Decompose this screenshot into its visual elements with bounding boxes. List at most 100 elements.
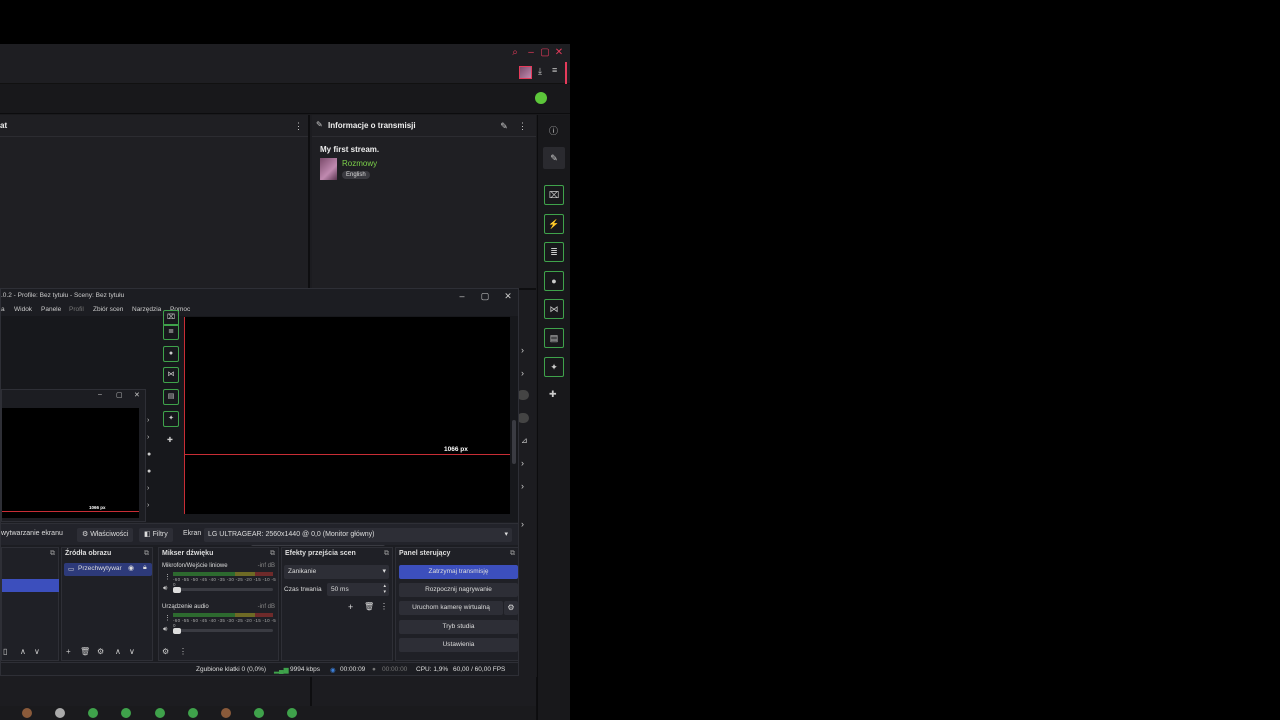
- start-virtual-camera-button[interactable]: Uruchom kamerę wirtualną: [399, 601, 503, 615]
- maximize-icon[interactable]: ▢: [539, 47, 551, 59]
- chart-icon[interactable]: ⊿: [521, 436, 528, 445]
- edit-icon[interactable]: ✎: [543, 147, 565, 169]
- dock-menu-icon[interactable]: ⧉: [50, 550, 55, 558]
- filters-button[interactable]: ◧ Filtry: [139, 528, 173, 542]
- more-options-icon[interactable]: ⋮: [164, 573, 171, 581]
- dock-footer: ▯ ∧ ∨: [2, 644, 58, 660]
- transition-select[interactable]: Zanikanie ▾: [284, 565, 389, 579]
- raid-icon[interactable]: ⋈: [544, 299, 564, 319]
- dock-menu-icon[interactable]: ⧉: [270, 550, 275, 558]
- menu-item-tools[interactable]: Narzędzia: [132, 306, 161, 313]
- stream-category[interactable]: Rozmowy: [342, 159, 377, 168]
- menu-item-scene-collection[interactable]: Zbiór scen: [93, 306, 123, 313]
- maximize-icon[interactable]: ▢: [479, 290, 491, 302]
- emote-icon[interactable]: [55, 708, 65, 718]
- bolt-icon[interactable]: ⚡: [544, 214, 564, 234]
- close-icon[interactable]: ✕: [553, 47, 565, 59]
- more-options-icon[interactable]: ⋮: [179, 647, 187, 656]
- ad-icon[interactable]: ▤: [544, 328, 564, 348]
- edit-icon[interactable]: ✎: [500, 120, 508, 132]
- menu-icon[interactable]: ≡: [552, 65, 557, 75]
- emote-icon[interactable]: [221, 708, 231, 718]
- spin-arrows-icon[interactable]: ▴ ▾: [383, 583, 386, 595]
- screen-select[interactable]: LG ULTRAGEAR: 2560x1440 @ 0,0 (Monitor g…: [204, 528, 512, 542]
- gear-icon[interactable]: ⚙: [162, 647, 169, 656]
- stop-streaming-button[interactable]: Zatrzymaj transmisję: [399, 565, 518, 579]
- scene-item-selected[interactable]: [2, 579, 59, 592]
- studio-mode-button[interactable]: Tryb studia: [399, 620, 518, 634]
- volume-slider[interactable]: [173, 588, 273, 591]
- emote-icon[interactable]: [188, 708, 198, 718]
- emote-icon[interactable]: [121, 708, 131, 718]
- stream-tag[interactable]: English: [342, 171, 370, 179]
- clip-icon[interactable]: ⌧: [544, 185, 564, 205]
- more-options-icon[interactable]: ⋮: [518, 120, 527, 132]
- speaker-icon[interactable]: 🔊︎: [163, 585, 167, 593]
- chevron-right-icon[interactable]: ›: [521, 481, 524, 491]
- chevron-right-icon[interactable]: ›: [521, 368, 524, 378]
- menu-item[interactable]: a: [1, 306, 5, 313]
- visibility-eye-icon[interactable]: ◉: [128, 564, 134, 572]
- wrench-icon[interactable]: ✦: [544, 357, 564, 377]
- emote-icon[interactable]: [287, 708, 297, 718]
- menu-item-profile[interactable]: Profil: [69, 306, 84, 313]
- more-options-icon[interactable]: ⋮: [294, 120, 303, 132]
- add-action-icon[interactable]: ✚: [167, 436, 173, 444]
- trash-icon[interactable]: 🗑︎: [364, 602, 374, 611]
- duration-spinbox[interactable]: 50 ms ▴ ▾: [327, 583, 389, 596]
- gear-icon[interactable]: ⚙: [97, 647, 104, 656]
- vertical-scrollbar[interactable]: [512, 420, 516, 464]
- start-recording-button[interactable]: Rozpocznij nagrywanie: [399, 583, 518, 597]
- chevron-right-icon[interactable]: ›: [521, 458, 524, 468]
- volume-slider-knob[interactable]: [173, 586, 181, 593]
- raid-icon[interactable]: ⋈: [163, 367, 179, 383]
- more-options-icon[interactable]: ⋮: [164, 614, 171, 622]
- chevron-right-icon[interactable]: ›: [521, 345, 524, 355]
- add-icon[interactable]: +: [66, 647, 71, 656]
- dock-menu-icon[interactable]: ⧉: [510, 550, 515, 558]
- menu-item-docks[interactable]: Panele: [41, 306, 61, 313]
- emote-icon[interactable]: [155, 708, 165, 718]
- chevron-right-icon[interactable]: ›: [521, 519, 524, 529]
- properties-button[interactable]: ⚙ Właściwości: [77, 528, 134, 542]
- avatar[interactable]: [519, 66, 532, 79]
- move-up-icon[interactable]: ∧: [115, 647, 121, 656]
- list-icon[interactable]: ≣: [163, 324, 179, 340]
- lock-icon[interactable]: 🔒︎: [143, 564, 147, 572]
- status-globe-icon[interactable]: [535, 92, 547, 104]
- info-icon[interactable]: ⓘ: [549, 124, 558, 137]
- move-down-icon[interactable]: ∨: [34, 647, 40, 656]
- filter-icon[interactable]: ▯: [3, 647, 7, 656]
- more-options-icon[interactable]: ⋮: [380, 602, 388, 611]
- close-icon[interactable]: ✕: [502, 290, 514, 302]
- gear-icon[interactable]: ⚙: [504, 601, 518, 615]
- emote-icon[interactable]: [88, 708, 98, 718]
- source-item[interactable]: ▭ Przechwytywar ◉ 🔒︎: [64, 563, 152, 576]
- minimize-icon[interactable]: –: [456, 290, 468, 302]
- list-icon[interactable]: ≣: [544, 242, 564, 262]
- volume-slider-knob[interactable]: [173, 627, 181, 634]
- dock-menu-icon[interactable]: ⧉: [384, 550, 389, 558]
- obs-source-toolbar: wytwarzanie ekranu ⚙ Właściwości ◧ Filtr…: [1, 523, 518, 545]
- speaker-icon[interactable]: 🔊︎: [163, 626, 167, 634]
- settings-button[interactable]: Ustawienia: [399, 638, 518, 652]
- download-icon[interactable]: ⤓: [538, 66, 542, 77]
- search-icon[interactable]: ⌕: [509, 47, 521, 59]
- volume-slider[interactable]: [173, 629, 273, 632]
- obs-preview-canvas[interactable]: 1066 px: [184, 317, 510, 514]
- add-icon[interactable]: +: [348, 602, 353, 612]
- add-action-icon[interactable]: ✚: [549, 389, 557, 400]
- monitor-icon: ▭: [68, 566, 75, 573]
- emote-icon[interactable]: [22, 708, 32, 718]
- wrench-icon[interactable]: ✦: [163, 411, 179, 427]
- emote-icon[interactable]: [254, 708, 264, 718]
- trash-icon[interactable]: 🗑︎: [80, 647, 90, 656]
- minimize-icon[interactable]: –: [525, 47, 537, 59]
- chat-bubble-icon[interactable]: ●: [544, 271, 564, 291]
- ad-icon[interactable]: ▤: [163, 389, 179, 405]
- move-down-icon[interactable]: ∨: [129, 647, 135, 656]
- move-up-icon[interactable]: ∧: [20, 647, 26, 656]
- chat-bubble-icon[interactable]: ●: [163, 346, 179, 362]
- dock-menu-icon[interactable]: ⧉: [144, 550, 149, 558]
- menu-item-view[interactable]: Widok: [14, 306, 32, 313]
